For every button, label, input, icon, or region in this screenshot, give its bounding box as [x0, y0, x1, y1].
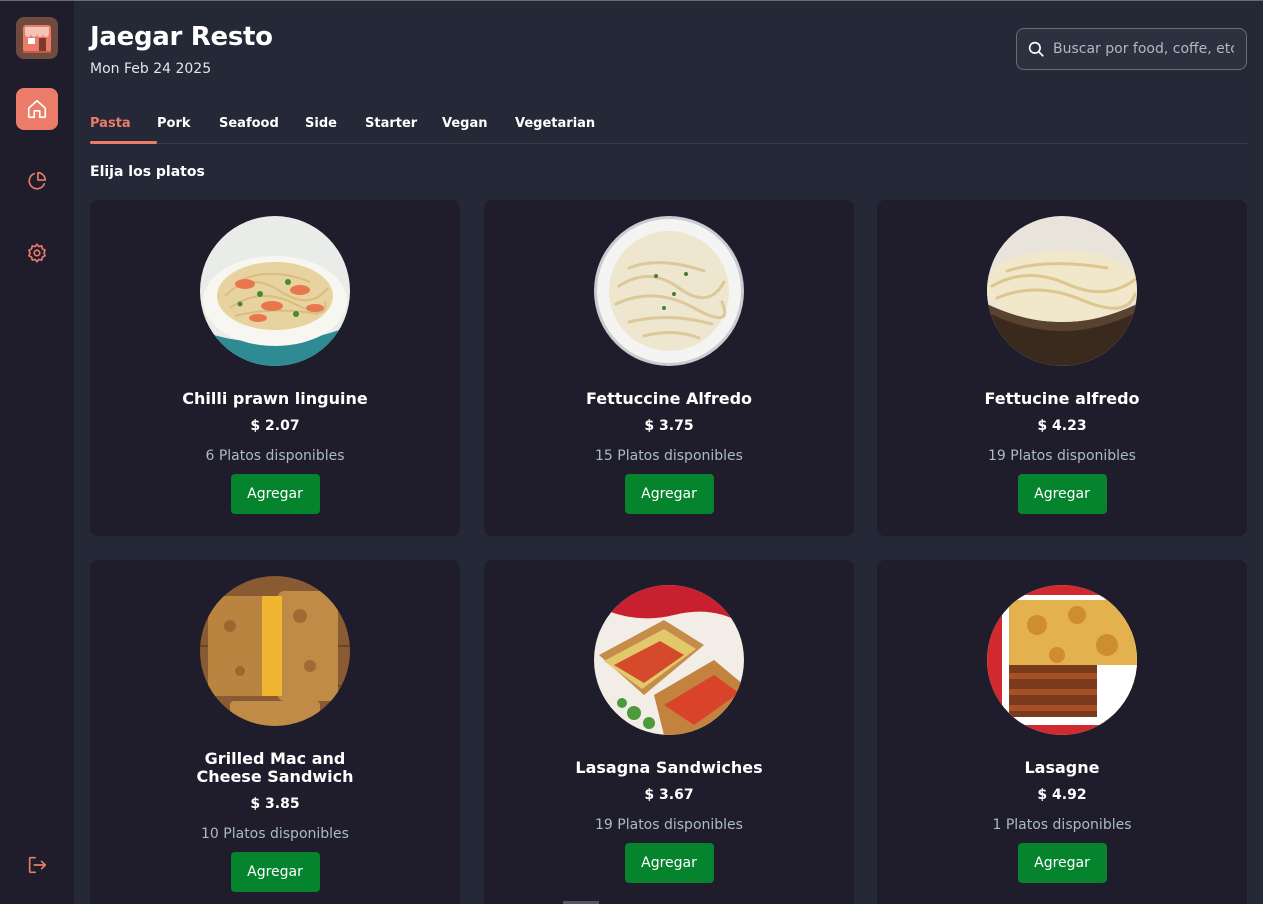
home-icon: [27, 99, 47, 119]
dish-image: [987, 585, 1137, 735]
dish-stock: 10 Platos disponibles: [201, 826, 349, 842]
dish-card: Fettuccine Alfredo $ 3.75 15 Platos disp…: [484, 200, 854, 536]
dish-image: [987, 216, 1137, 366]
search-icon: [1028, 41, 1044, 57]
add-button[interactable]: Agregar: [624, 843, 714, 883]
dish-name: Lasagna Sandwiches: [575, 758, 763, 777]
search-box[interactable]: [1016, 28, 1247, 70]
window-top-border: [0, 0, 1263, 1]
store-logo[interactable]: [16, 17, 58, 59]
tab-starter[interactable]: Starter: [365, 116, 417, 131]
dish-price: $ 2.07: [250, 418, 300, 434]
dish-card: Lasagne $ 4.92 1 Platos disponibles Agre…: [877, 560, 1247, 904]
dish-image: [200, 576, 350, 726]
tab-vegetarian[interactable]: Vegetarian: [515, 116, 595, 131]
dish-stock: 6 Platos disponibles: [205, 448, 345, 464]
active-tab-indicator: [90, 141, 157, 144]
gear-icon: [28, 243, 46, 263]
dish-price: $ 4.23: [1037, 418, 1087, 434]
sidebar-item-settings[interactable]: [16, 232, 58, 274]
dish-name: Lasagne: [1024, 758, 1100, 777]
tab-side[interactable]: Side: [305, 116, 337, 131]
dish-name: Grilled Mac and Cheese Sandwich: [196, 749, 354, 786]
logout-icon: [28, 856, 47, 874]
dish-name: Fettuccine Alfredo: [585, 389, 753, 408]
dish-image: [594, 585, 744, 735]
dish-price: $ 3.85: [250, 796, 300, 812]
dish-stock: 19 Platos disponibles: [595, 817, 743, 833]
sidebar-item-dashboard[interactable]: [16, 160, 58, 202]
dish-price: $ 3.75: [644, 418, 694, 434]
dish-card: Fettucine alfredo $ 4.23 19 Platos dispo…: [877, 200, 1247, 536]
sidebar: [0, 1, 74, 904]
add-button[interactable]: Agregar: [624, 474, 714, 514]
tab-pork[interactable]: Pork: [157, 116, 191, 131]
sidebar-item-home[interactable]: [16, 88, 58, 130]
dish-stock: 15 Platos disponibles: [595, 448, 743, 464]
tab-pasta[interactable]: Pasta: [90, 116, 131, 131]
dish-card: Grilled Mac and Cheese Sandwich $ 3.85 1…: [90, 560, 460, 904]
store-icon: [23, 25, 51, 53]
category-tabs: Pasta Pork Seafood Side Starter Vegan Ve…: [90, 110, 1247, 144]
dish-card: Chilli prawn linguine $ 2.07 6 Platos di…: [90, 200, 460, 536]
dish-name: Fettucine alfredo: [984, 389, 1140, 408]
tab-vegan[interactable]: Vegan: [442, 116, 488, 131]
search-input[interactable]: [1053, 41, 1234, 57]
pie-chart-icon: [28, 171, 47, 190]
dish-price: $ 3.67: [644, 787, 694, 803]
sidebar-item-logout[interactable]: [16, 844, 58, 886]
dish-image: [200, 216, 350, 366]
section-title: Elija los platos: [90, 164, 205, 180]
page-title: Jaegar Resto: [90, 22, 273, 52]
add-button[interactable]: Agregar: [1017, 474, 1107, 514]
add-button[interactable]: Agregar: [230, 852, 320, 892]
dish-stock: 1 Platos disponibles: [992, 817, 1132, 833]
current-date: Mon Feb 24 2025: [90, 61, 212, 77]
tab-seafood[interactable]: Seafood: [219, 116, 279, 131]
add-button[interactable]: Agregar: [1017, 843, 1107, 883]
dish-card: Lasagna Sandwiches $ 3.67 19 Platos disp…: [484, 560, 854, 904]
dish-name: Chilli prawn linguine: [182, 389, 368, 408]
add-button[interactable]: Agregar: [230, 474, 320, 514]
dish-stock: 19 Platos disponibles: [988, 448, 1136, 464]
dish-image: [594, 216, 744, 366]
dish-price: $ 4.92: [1037, 787, 1087, 803]
